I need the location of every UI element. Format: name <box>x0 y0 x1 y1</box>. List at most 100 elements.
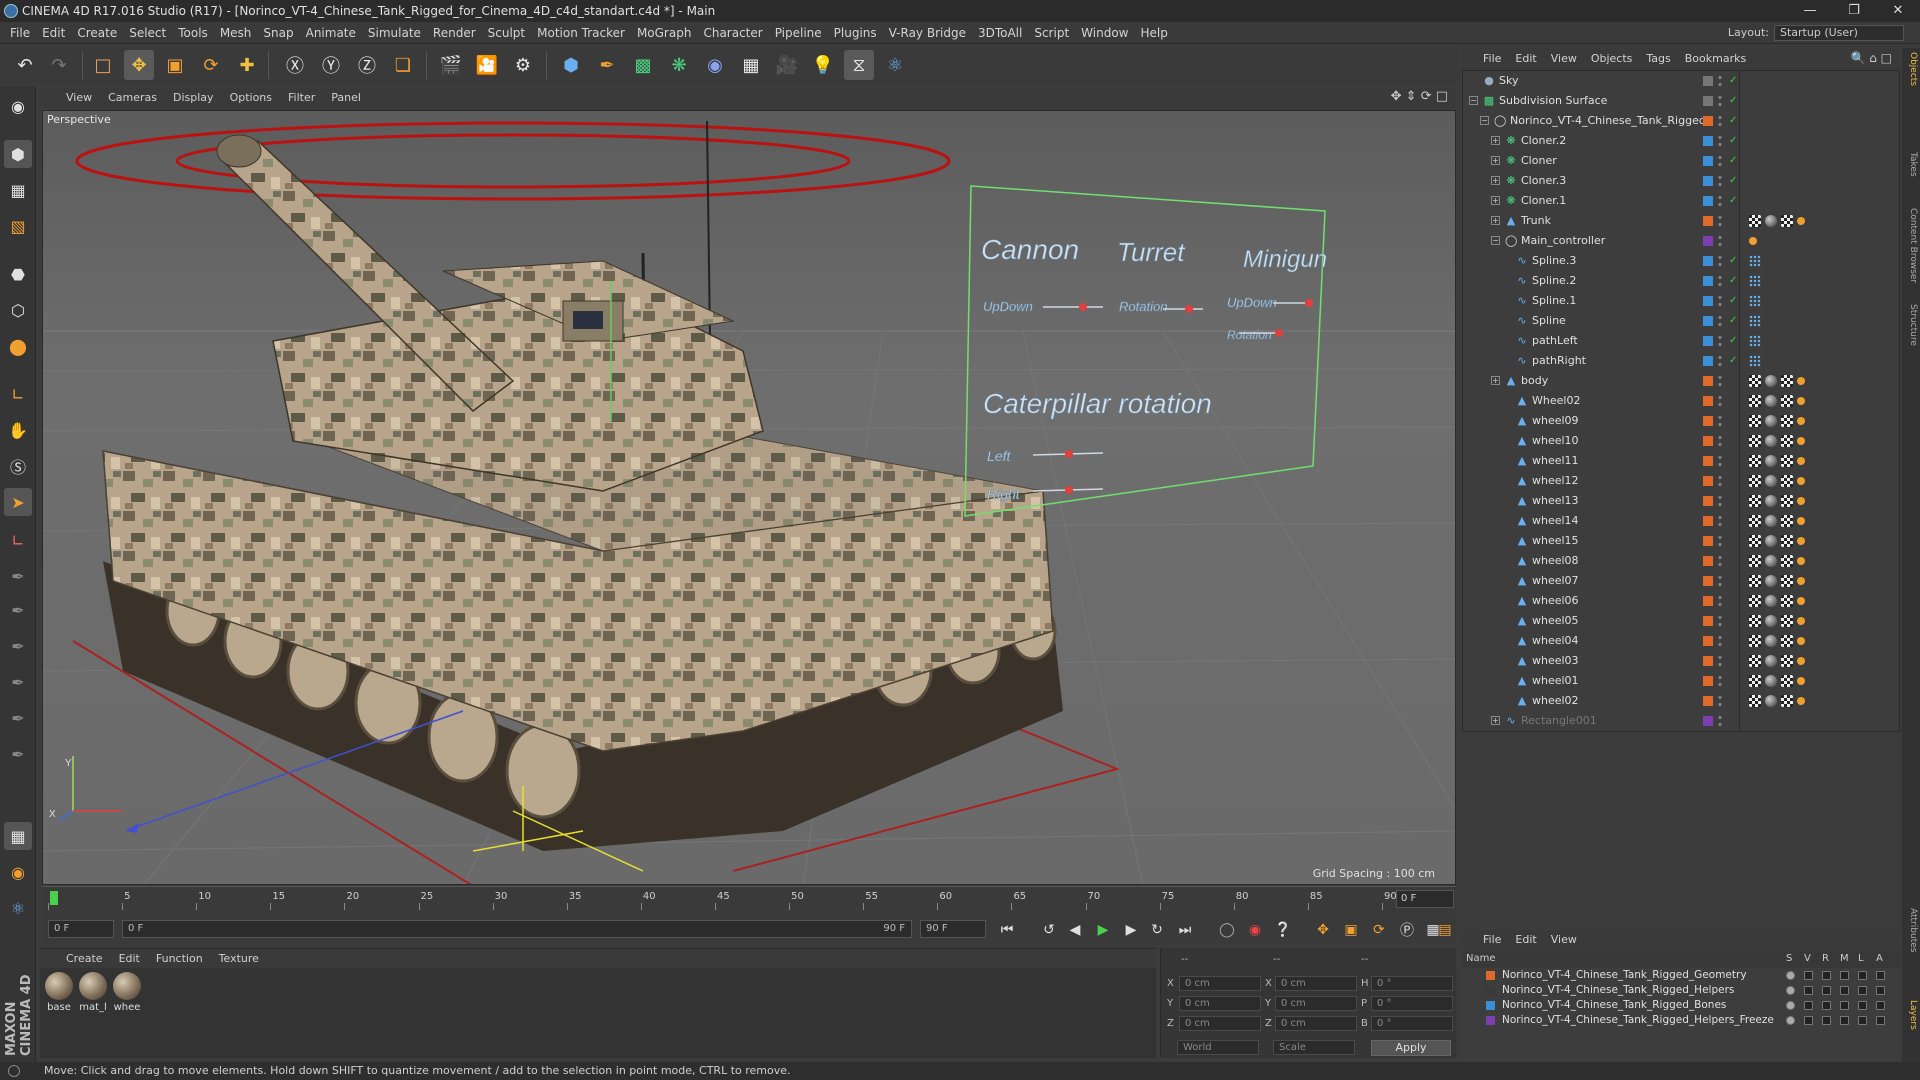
layer-toggle-icon[interactable] <box>1822 1016 1831 1025</box>
brush-icon[interactable]: ✒ <box>4 596 32 624</box>
uvw-tag-icon[interactable] <box>1781 375 1793 387</box>
phong-tag-icon[interactable] <box>1749 375 1761 387</box>
weight-tag-icon[interactable] <box>1797 497 1805 505</box>
start-frame-field[interactable]: 0 F <box>48 920 114 938</box>
preview-range-slider[interactable]: 0 F 90 F <box>122 920 912 938</box>
menu-sculpt[interactable]: Sculpt <box>482 22 531 44</box>
material-tag-icon[interactable] <box>1765 695 1777 707</box>
layer-toggle-icon[interactable] <box>1804 971 1813 980</box>
layer-color-swatch[interactable] <box>1703 296 1713 306</box>
right-tab-takes[interactable]: Takes <box>1904 152 1918 177</box>
next-key-icon[interactable]: ↻ <box>1146 920 1168 940</box>
viewport-menu-cameras[interactable]: Cameras <box>100 88 165 108</box>
layer-toggle-icon[interactable] <box>1822 1001 1831 1010</box>
object-row[interactable]: ▲ wheel05 <box>1463 611 1899 631</box>
layer-color-swatch[interactable] <box>1703 76 1713 86</box>
menu-mograph[interactable]: MoGraph <box>631 22 698 44</box>
menu-simulate[interactable]: Simulate <box>362 22 427 44</box>
layer-toggle-icon[interactable] <box>1858 971 1867 980</box>
layer-color-swatch[interactable] <box>1703 376 1713 386</box>
recent-tool-icon[interactable]: ✚ <box>232 50 262 80</box>
phong-tag-icon[interactable] <box>1749 655 1761 667</box>
weight-tag-icon[interactable] <box>1797 637 1805 645</box>
phong-tag-icon[interactable] <box>1749 535 1761 547</box>
menu-script[interactable]: Script <box>1028 22 1075 44</box>
key-position-icon[interactable]: ✥ <box>1312 920 1334 940</box>
enabled-check-icon[interactable]: ✓ <box>1729 351 1737 371</box>
record-active-objects-icon[interactable]: ◯ <box>1216 920 1238 940</box>
menu-pipeline[interactable]: Pipeline <box>769 22 828 44</box>
magnet-icon[interactable]: ✒ <box>4 668 32 696</box>
uvw-tag-icon[interactable] <box>1781 415 1793 427</box>
layer-color-swatch[interactable] <box>1703 316 1713 326</box>
layer-color-swatch[interactable] <box>1703 336 1713 346</box>
key-scale-icon[interactable]: ▣ <box>1340 920 1362 940</box>
viewport-menu-view[interactable]: View <box>58 88 100 108</box>
autokeying-icon[interactable]: ◉ <box>1244 920 1266 940</box>
layer-row[interactable]: Norinco_VT-4_Chinese_Tank_Rigged_Bones <box>1462 998 1898 1013</box>
layer-color-swatch[interactable] <box>1486 1001 1495 1010</box>
visibility-dots-icon[interactable] <box>1717 474 1723 488</box>
visibility-dots-icon[interactable] <box>1717 174 1723 188</box>
play-icon[interactable]: ▶ <box>1092 920 1114 940</box>
object-row[interactable]: ▲ wheel07 <box>1463 571 1899 591</box>
enabled-check-icon[interactable]: ✓ <box>1729 171 1737 191</box>
edges-mode-icon[interactable]: ⬡ <box>4 296 32 324</box>
size-x-field[interactable]: 0 cm <box>1275 976 1357 991</box>
layer-color-swatch[interactable] <box>1703 476 1713 486</box>
phong-tag-icon[interactable] <box>1749 395 1761 407</box>
visibility-dots-icon[interactable] <box>1717 94 1723 108</box>
weight-tag-icon[interactable] <box>1797 397 1805 405</box>
visibility-dots-icon[interactable] <box>1717 494 1723 508</box>
end-frame-field[interactable]: 90 F <box>920 920 986 938</box>
size-y-field[interactable]: 0 cm <box>1275 996 1357 1011</box>
visibility-dots-icon[interactable] <box>1717 114 1723 128</box>
coordinate-system-icon[interactable]: ❏ <box>388 50 418 80</box>
menu-tools[interactable]: Tools <box>172 22 214 44</box>
viewport-menu-filter[interactable]: Filter <box>280 88 323 108</box>
material-tag-icon[interactable] <box>1765 595 1777 607</box>
phong-tag-icon[interactable] <box>1749 415 1761 427</box>
render-to-picture-viewer-icon[interactable]: 🎦 <box>472 50 502 80</box>
camera-object-icon[interactable]: 🎥 <box>772 50 802 80</box>
material-swatch[interactable]: mat_l <box>78 972 108 1013</box>
visibility-dots-icon[interactable] <box>1717 454 1723 468</box>
layer-color-swatch[interactable] <box>1703 116 1713 126</box>
menu-plugins[interactable]: Plugins <box>828 22 883 44</box>
layer-toggle-icon[interactable] <box>1876 971 1885 980</box>
layer-color-swatch[interactable] <box>1703 536 1713 546</box>
uvw-tag-icon[interactable] <box>1781 535 1793 547</box>
material-tag-icon[interactable] <box>1765 215 1777 227</box>
object-row[interactable]: ▲ wheel11 <box>1463 451 1899 471</box>
layer-color-swatch[interactable] <box>1486 971 1495 980</box>
object-row[interactable]: ▲ wheel09 <box>1463 411 1899 431</box>
layer-menu-edit[interactable]: Edit <box>1508 930 1543 950</box>
coord-mode-dropdown[interactable]: World <box>1177 1040 1259 1055</box>
phong-tag-icon[interactable] <box>1749 515 1761 527</box>
layout-dropdown[interactable]: Startup (User) <box>1774 25 1904 41</box>
layer-color-swatch[interactable] <box>1703 136 1713 146</box>
visibility-dots-icon[interactable] <box>1717 534 1723 548</box>
make-editable-icon[interactable]: ◉ <box>4 92 32 120</box>
layer-color-swatch[interactable] <box>1703 636 1713 646</box>
layout-selector[interactable]: Layout: Startup (User) <box>1728 24 1904 42</box>
enabled-check-icon[interactable]: ✓ <box>1729 251 1737 271</box>
layer-row[interactable]: Norinco_VT-4_Chinese_Tank_Rigged_Helpers <box>1462 983 1898 998</box>
menu-help[interactable]: Help <box>1134 22 1173 44</box>
menu-edit[interactable]: Edit <box>36 22 71 44</box>
phong-tag-icon[interactable] <box>1749 455 1761 467</box>
enabled-check-icon[interactable]: ✓ <box>1729 291 1737 311</box>
minimize-button[interactable]: — <box>1788 0 1832 22</box>
layer-toggle-icon[interactable] <box>1840 986 1849 995</box>
visibility-dots-icon[interactable] <box>1717 634 1723 648</box>
layer-toggle-icon[interactable] <box>1858 1016 1867 1025</box>
menu-create[interactable]: Create <box>71 22 123 44</box>
scale-tool-icon[interactable]: ▣ <box>160 50 190 80</box>
weight-tag-icon[interactable] <box>1797 417 1805 425</box>
object-menu-edit[interactable]: Edit <box>1508 48 1543 70</box>
sculpt-brush-icon[interactable]: ✒ <box>4 562 32 590</box>
material-tag-icon[interactable] <box>1765 675 1777 687</box>
enabled-check-icon[interactable]: ✓ <box>1729 331 1737 351</box>
spline-dots-tag-icon[interactable] <box>1749 335 1761 347</box>
layer-row[interactable]: Norinco_VT-4_Chinese_Tank_Rigged_Helpers… <box>1462 1013 1898 1028</box>
